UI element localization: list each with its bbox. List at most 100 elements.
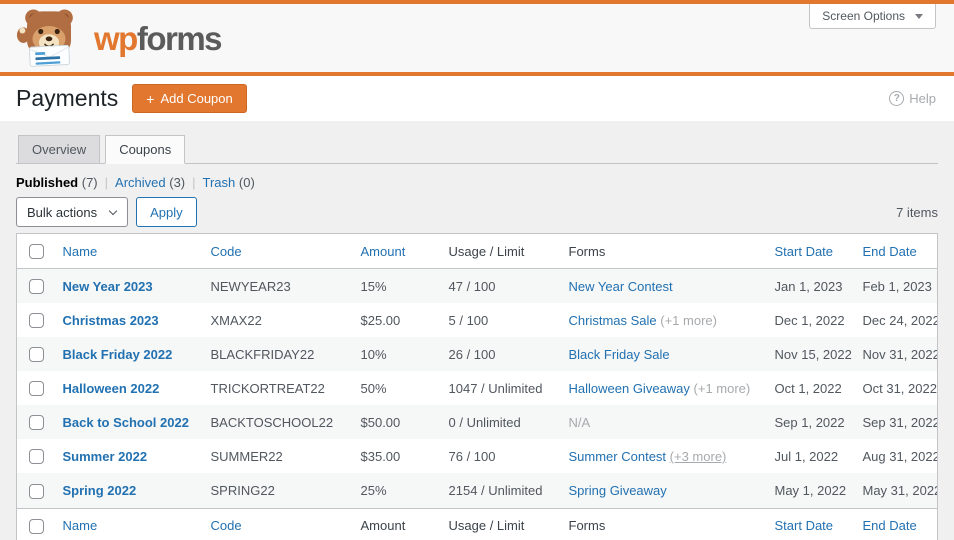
plus-icon: +: [146, 90, 155, 107]
cell-amount: $25.00: [360, 312, 401, 328]
coupons-tbody: New Year 2023 NEWYEAR23 15% 47 / 100 New Yea…: [16, 268, 938, 508]
form-link[interactable]: Spring Giveaway: [569, 483, 667, 498]
row-checkbox[interactable]: [29, 279, 44, 295]
form-link[interactable]: New Year Contest: [569, 279, 673, 294]
cell-usage: 2154 / Unlimited: [448, 482, 543, 498]
select-all-checkbox[interactable]: [29, 518, 44, 534]
cell-end-date: Dec 24, 2022: [862, 312, 938, 328]
cell-amount: 25%: [360, 482, 387, 498]
page-header: Payments + Add Coupon ? Help: [0, 76, 954, 121]
column-header-end[interactable]: End Date: [852, 233, 938, 270]
table-row: Christmas 2023 XMAX22 $25.00 5 / 100 Christm…: [17, 303, 938, 337]
coupon-name-link[interactable]: Black Friday 2022: [63, 347, 173, 362]
help-link[interactable]: ? Help: [889, 91, 936, 106]
tab-coupons[interactable]: Coupons: [105, 135, 186, 164]
cell-forms: Summer Contest (+3 more): [559, 439, 765, 473]
row-checkbox[interactable]: [29, 449, 44, 465]
coupon-name-link[interactable]: Summer 2022: [63, 449, 148, 464]
coupon-name-link[interactable]: New Year 2023: [63, 279, 153, 294]
bulk-actions-select[interactable]: Bulk actions: [16, 197, 129, 227]
cell-usage: 47 / 100: [448, 278, 496, 294]
form-link[interactable]: Black Friday Sale: [569, 347, 670, 362]
column-header-usage: Usage / Limit: [438, 507, 559, 540]
table-row: Halloween 2022 TRICKORTREAT22 50% 1047 / Un…: [17, 371, 938, 405]
column-header-forms: Forms: [558, 233, 765, 270]
coupon-name-link[interactable]: Christmas 2023: [63, 313, 159, 328]
help-icon: ?: [889, 91, 905, 106]
cell-code: BLACKFRIDAY22: [210, 346, 315, 362]
filter-trash[interactable]: Trash (0): [203, 175, 255, 190]
row-checkbox[interactable]: [29, 347, 44, 363]
header-row: Name Code Amount Usage / Limit Forms Start Da…: [16, 233, 938, 270]
column-header-forms: Forms: [558, 507, 765, 540]
row-checkbox[interactable]: [29, 483, 44, 499]
forms-more-toggle[interactable]: (+1 more): [660, 313, 717, 328]
cell-start-date: May 1, 2022: [774, 482, 847, 498]
cell-start-date: Jul 1, 2022: [774, 448, 839, 464]
cell-code: SPRING22: [210, 482, 275, 498]
coupon-name-link[interactable]: Spring 2022: [63, 483, 137, 498]
form-link[interactable]: Christmas Sale: [569, 313, 657, 328]
column-header-end[interactable]: End Date: [852, 507, 938, 540]
select-all-checkbox[interactable]: [29, 244, 44, 260]
table-row: Black Friday 2022 BLACKFRIDAY22 10% 26 / 10…: [16, 337, 938, 372]
table-footer: Name Code Amount Usage / Limit Forms Start Da…: [16, 507, 938, 540]
cell-code: NEWYEAR23: [210, 278, 291, 294]
column-header-start[interactable]: Start Date: [764, 507, 853, 540]
separator: |: [192, 175, 196, 190]
column-header-amount[interactable]: Amount: [350, 233, 439, 270]
table-row: Spring 2022 SPRING22 25% 2154 / Unlimited Sp…: [16, 473, 938, 508]
column-header-code[interactable]: Code: [200, 507, 351, 540]
cell-amount: $50.00: [360, 414, 401, 430]
chevron-down-icon: [915, 13, 923, 19]
column-header-name[interactable]: Name: [52, 233, 201, 270]
add-coupon-button[interactable]: + Add Coupon: [132, 84, 247, 113]
cell-usage: 0 / Unlimited: [448, 414, 521, 430]
screen-options-button[interactable]: Screen Options: [809, 4, 936, 29]
cell-amount: $35.00: [360, 448, 401, 464]
cell-amount: 10%: [360, 346, 387, 362]
filter-archived[interactable]: Archived (3): [115, 175, 185, 190]
coupon-name-link[interactable]: Halloween 2022: [63, 381, 160, 396]
coupon-name-link[interactable]: Back to School 2022: [63, 415, 189, 430]
forms-more-toggle[interactable]: (+3 more): [670, 449, 727, 464]
chevron-down-icon: [108, 206, 118, 216]
cell-forms: Christmas Sale (+1 more): [559, 303, 765, 337]
tab-overview[interactable]: Overview: [18, 135, 101, 164]
cell-start-date: Oct 1, 2022: [774, 380, 842, 396]
apply-button[interactable]: Apply: [136, 197, 197, 227]
table-header: Name Code Amount Usage / Limit Forms Start Da…: [16, 233, 938, 270]
cell-code: BACKTOSCHOOL22: [210, 414, 334, 430]
cell-code: TRICKORTREAT22: [210, 380, 325, 396]
cell-end-date: Aug 31, 2022: [862, 448, 938, 464]
row-checkbox[interactable]: [29, 381, 44, 397]
forms-na: N/A: [568, 414, 591, 430]
cell-usage: 76 / 100: [448, 448, 496, 464]
cell-end-date: Nov 31, 2022: [862, 346, 938, 362]
column-header-code[interactable]: Code: [200, 233, 351, 270]
items-count: 7 items: [896, 205, 938, 220]
cell-usage: 26 / 100: [448, 346, 496, 362]
cell-start-date: Dec 1, 2022: [774, 312, 845, 328]
cell-forms: N/A: [559, 405, 765, 439]
column-header-start[interactable]: Start Date: [764, 233, 853, 270]
column-header-usage: Usage / Limit: [438, 233, 559, 270]
row-checkbox[interactable]: [29, 415, 44, 431]
screen-options-label: Screen Options: [822, 9, 905, 23]
cell-end-date: Oct 31, 2022: [862, 380, 937, 396]
table-row: Back to School 2022 BACKTOSCHOOL22 $50.00 0…: [16, 405, 938, 440]
site-header: wpforms Screen Options: [0, 4, 954, 76]
form-link[interactable]: Halloween Giveaway: [569, 381, 690, 396]
wpforms-wordmark: wpforms: [94, 19, 223, 57]
cell-forms: Black Friday Sale: [559, 337, 765, 371]
cell-end-date: Sep 31, 2022: [862, 414, 938, 430]
form-link[interactable]: Summer Contest: [569, 449, 667, 464]
tab-bar: Overview Coupons: [16, 135, 938, 164]
filter-published[interactable]: Published (7): [16, 175, 98, 190]
cell-forms: Spring Giveaway: [559, 473, 765, 508]
row-checkbox[interactable]: [29, 313, 44, 329]
column-header-name[interactable]: Name: [52, 507, 201, 540]
wpforms-bear-icon: [16, 7, 82, 70]
cell-forms: Halloween Giveaway (+1 more): [559, 371, 765, 405]
forms-more-toggle[interactable]: (+1 more): [694, 381, 751, 396]
